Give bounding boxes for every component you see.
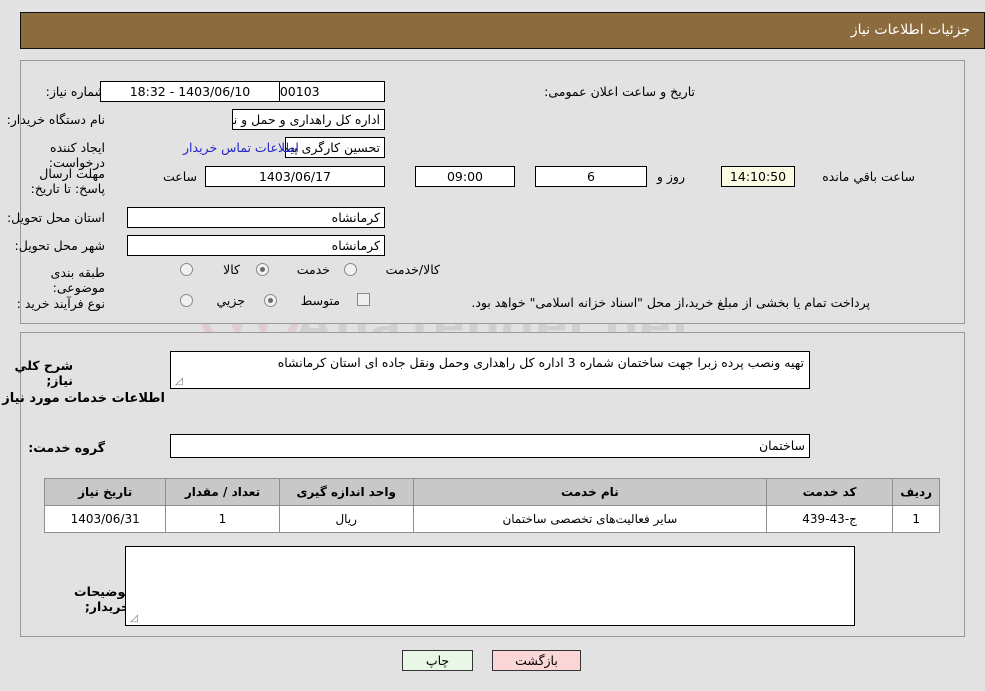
buyer-comments-label: توضیحات خریدار; bbox=[74, 584, 130, 614]
announcement-datetime-label: تاریخ و ساعت اعلان عمومی: bbox=[544, 84, 695, 99]
radio-category-kala-label: کالا bbox=[223, 262, 240, 277]
buyer-comments-textarea[interactable]: ◿ bbox=[125, 546, 855, 626]
th-name: نام خدمت bbox=[412, 478, 767, 506]
deadline-date-value: 1403/06/17 bbox=[205, 166, 385, 187]
table-header-row: ردیف کد خدمت نام خدمت واحد اندازه گیری ت… bbox=[43, 478, 940, 506]
resize-grip-icon[interactable]: ◿ bbox=[174, 377, 183, 387]
table-row: 1 ج-43-439 سایر فعالیت‌های تخصصی ساختمان… bbox=[43, 505, 940, 533]
radio-category-khedmat[interactable] bbox=[256, 263, 269, 276]
buyer-contact-info-link[interactable]: اطلاعات تماس خریدار bbox=[183, 137, 299, 158]
service-group-label: گروه خدمت: bbox=[28, 440, 105, 455]
th-index: ردیف bbox=[892, 478, 940, 506]
purchase-process-label: نوع فرآیند خرید : bbox=[16, 296, 105, 311]
radio-process-jozei-label: جزیي bbox=[216, 293, 245, 308]
days-label: روز و bbox=[656, 169, 685, 184]
service-group-value: ساختمان bbox=[170, 434, 810, 458]
radio-process-jozei[interactable] bbox=[180, 294, 193, 307]
request-creator-value: تحسین کارگری پیمان و رسیدگی اداره کل راه… bbox=[285, 137, 385, 158]
print-button[interactable]: چاپ bbox=[402, 650, 473, 671]
subject-category-label: طبقه بندی موضوعی: bbox=[50, 265, 105, 295]
need-summary-value: تهیه ونصب پرده زبرا جهت ساختمان شماره 3 … bbox=[277, 355, 804, 370]
cell-code: ج-43-439 bbox=[765, 505, 894, 533]
cell-index: 1 bbox=[892, 505, 940, 533]
th-unit: واحد اندازه گیری bbox=[278, 478, 414, 506]
radio-category-kala-khedmat[interactable] bbox=[344, 263, 357, 276]
services-section-heading: اطلاعات خدمات مورد نیاز bbox=[2, 391, 165, 406]
cell-name: سایر فعالیت‌های تخصصی ساختمان bbox=[412, 505, 767, 533]
buyer-org-label: نام دستگاه خریدار: bbox=[6, 112, 105, 127]
treasury-bonds-checkbox[interactable] bbox=[357, 293, 370, 306]
buyer-org-value: اداره کل راهداری و حمل و نقل جاده ای است… bbox=[232, 109, 385, 130]
cell-date: 1403/06/31 bbox=[43, 505, 167, 533]
deadline-time-value: 09:00 bbox=[415, 166, 515, 187]
th-quantity: تعداد / مقدار bbox=[165, 478, 280, 506]
services-table: ردیف کد خدمت نام خدمت واحد اندازه گیری ت… bbox=[43, 478, 940, 533]
delivery-province-label: استان محل تحویل: bbox=[6, 210, 105, 225]
treasury-bonds-text: پرداخت تمام یا بخشی از مبلغ خرید،از محل … bbox=[471, 295, 870, 310]
radio-process-motavaset[interactable] bbox=[264, 294, 277, 307]
radio-category-kala-khedmat-label: کالا/خدمت bbox=[385, 262, 440, 277]
announcement-datetime-value: 1403/06/10 - 18:32 bbox=[100, 81, 280, 102]
delivery-city-label: شهر محل تحویل: bbox=[14, 238, 105, 253]
remaining-days-value: 6 bbox=[535, 166, 647, 187]
back-button[interactable]: بازگشت bbox=[492, 650, 581, 671]
th-date: تاریخ نیاز bbox=[43, 478, 167, 506]
cell-quantity: 1 bbox=[165, 505, 280, 533]
delivery-city-value: کرمانشاه bbox=[127, 235, 385, 256]
need-number-label: شماره نیاز: bbox=[45, 84, 105, 99]
need-summary-label: شرح کلي نیاز; bbox=[14, 358, 73, 388]
th-code: کد خدمت bbox=[765, 478, 894, 506]
resize-grip-icon-2[interactable]: ◿ bbox=[129, 614, 138, 624]
need-summary-textarea[interactable]: تهیه ونصب پرده زبرا جهت ساختمان شماره 3 … bbox=[170, 351, 810, 389]
countdown-timer-value: 14:10:50 bbox=[721, 166, 795, 187]
page-title: جزئیات اطلاعات نیاز bbox=[850, 22, 970, 38]
page-root: جزئیات اطلاعات نیاز شماره نیاز: 11030011… bbox=[0, 0, 985, 691]
page-header-bar: جزئیات اطلاعات نیاز bbox=[20, 12, 985, 49]
delivery-province-value: کرمانشاه bbox=[127, 207, 385, 228]
radio-process-motavaset-label: متوسط bbox=[300, 293, 340, 308]
cell-unit: ریال bbox=[278, 505, 414, 533]
radio-category-khedmat-label: خدمت bbox=[296, 262, 330, 277]
response-deadline-label: مهلت ارسال پاسخ: تا تاریخ: bbox=[30, 166, 105, 196]
radio-category-kala[interactable] bbox=[180, 263, 193, 276]
hour-label: ساعت bbox=[162, 169, 197, 184]
remaining-hours-label: ساعت باقي مانده bbox=[822, 169, 915, 184]
